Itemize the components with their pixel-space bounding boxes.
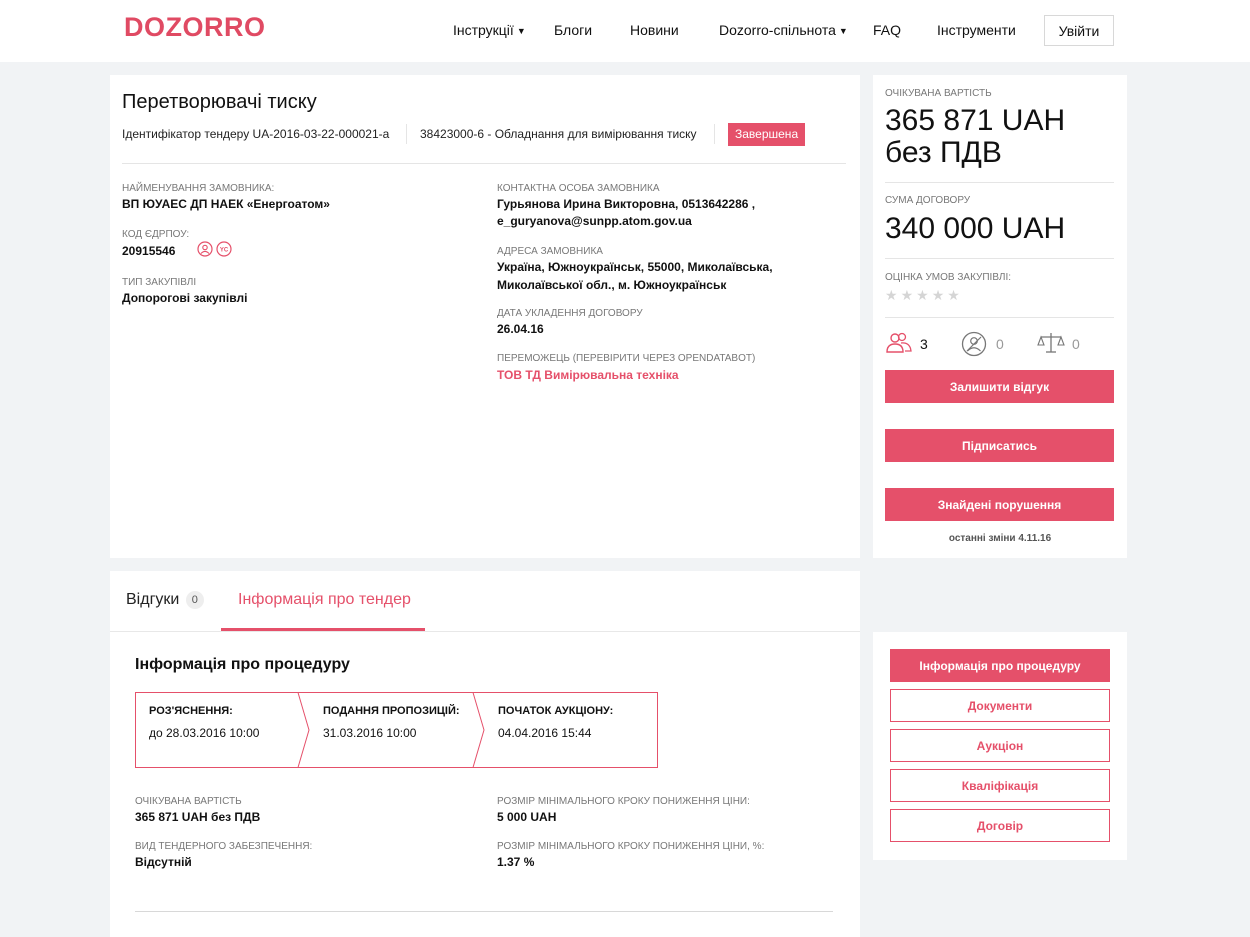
nav-documents[interactable]: Документи (890, 689, 1110, 722)
nav-qualification[interactable]: Кваліфікація (890, 769, 1110, 802)
min-step-pct-value: 1.37 % (497, 855, 535, 869)
stage-title: РОЗ'ЯСНЕННЯ: (149, 705, 233, 717)
sidebar-card: Очікувана вартість 365 871 UAH без ПДВ С… (873, 75, 1127, 558)
min-step-label: Розмір мінімального кроку пониження ціни… (497, 796, 750, 807)
nav-community[interactable]: Dozorro-спільнота ▼ (719, 22, 848, 38)
tender-info-card: Відгуки 0 Інформація про тендер Інформац… (110, 571, 860, 937)
tab-tender-info-label: Інформація про тендер (238, 591, 411, 608)
divider (122, 163, 846, 164)
stage-date: 04.04.2016 15:44 (498, 726, 592, 740)
nav-label: Dozorro-спільнота (719, 22, 836, 38)
procedure-title: Інформація про процедуру (135, 656, 350, 673)
address-label: Адреса замовника (497, 246, 603, 257)
star-icon: ★ (931, 287, 948, 303)
divider (885, 182, 1114, 183)
complaints-icon (961, 331, 987, 362)
rating-label: Оцінка умов закупівлі: (885, 272, 1012, 283)
stage-bids: ПОДАННЯ ПРОПОЗИЦІЙ: 31.03.2016 10:00 (309, 692, 473, 768)
yc-badge-icon[interactable]: YC (216, 241, 232, 262)
customer-value: ВП ЮУАЕС ДП НАЕК «Енергоатом» (122, 197, 330, 211)
contract-sum-label: Сума договору (885, 195, 971, 206)
nav-news[interactable]: Новини (630, 22, 679, 38)
tab-reviews[interactable]: Відгуки 0 (126, 591, 204, 609)
nav-blogs[interactable]: Блоги (554, 22, 592, 38)
star-icon: ★ (916, 287, 932, 303)
scales-icon (1037, 331, 1065, 360)
nav-faq[interactable]: FAQ (873, 22, 901, 38)
star-icon: ★ (947, 287, 963, 303)
star-icon: ★ (900, 287, 917, 303)
expected-value-label: Очікувана вартість (885, 88, 992, 99)
login-button[interactable]: Увійти (1044, 15, 1114, 46)
tab-reviews-label: Відгуки (126, 591, 180, 608)
expected-value: 365 871 UAH без ПДВ (135, 810, 261, 824)
leave-review-button[interactable]: Залишити відгук (885, 370, 1114, 403)
divider (406, 124, 407, 144)
stage-title: ПОЧАТОК АУКЦІОНУ: (498, 705, 614, 717)
address-line2: Миколаївської обл., м. Южноукраїнськ (497, 278, 727, 292)
chevron-down-icon: ▼ (838, 26, 848, 36)
divider (885, 258, 1114, 259)
nav-tools[interactable]: Інструменти (937, 22, 1016, 38)
complaints-count: 0 (996, 336, 1004, 352)
last-changes: останні зміни 4.11.16 (948, 533, 1052, 544)
procurement-type-label: Тип закупівлі (122, 277, 197, 288)
tab-reviews-count: 0 (185, 591, 204, 609)
edrpou-label: Код ЄДРПОУ: (122, 229, 190, 240)
divider (714, 124, 715, 144)
top-bar: DOZORRO Інструкції ▼ Блоги Новини Dozorro… (0, 0, 1250, 62)
nav-procedure-info[interactable]: Інформація про процедуру (890, 649, 1110, 682)
svg-text:YC: YC (220, 248, 229, 254)
customer-label: Найменування замовника: (122, 183, 275, 194)
address-line1: Україна, Южноукраїнськ, 55000, Миколаївс… (497, 260, 773, 274)
contact-label: Контактна особа замовника (497, 183, 660, 194)
participants-icon (885, 331, 913, 360)
contact-line1: Гурьянова Ирина Викторовна, 0513642286 , (497, 197, 756, 211)
contract-date-label: Дата укладення договору (497, 308, 643, 319)
edrpou-value: 20915546 (122, 244, 176, 258)
contract-sum-value: 340 000 UAH (885, 212, 1066, 245)
tender-id: Ідентифікатор тендеру UA-2016-03-22-0000… (122, 127, 390, 141)
dozorro-logo[interactable]: DOZORRO (124, 12, 266, 43)
nav-label: Інструкції (453, 22, 514, 38)
violations-button[interactable]: Знайдені порушення (885, 488, 1114, 521)
status-badge: Завершена (728, 123, 806, 146)
rating-stars: ★★★★★ (885, 287, 963, 304)
divider (885, 317, 1114, 318)
stage-clarifications: РОЗ'ЯСНЕННЯ: до 28.03.2016 10:00 (135, 692, 298, 768)
winner-label: Переможець (перевірити через OPENDATABOT… (497, 353, 756, 364)
divider (110, 631, 860, 632)
tender-title: Перетворювачі тиску (122, 91, 317, 113)
participants-count: 3 (920, 336, 928, 352)
section-nav-card: Інформація про процедуру Документи Аукці… (873, 632, 1127, 860)
stage-title: ПОДАННЯ ПРОПОЗИЦІЙ: (323, 705, 460, 717)
stage-date: до 28.03.2016 10:00 (149, 726, 260, 740)
stage-date: 31.03.2016 10:00 (323, 726, 417, 740)
min-step-pct-label: Розмір мінімального кроку пониження ціни… (497, 841, 765, 852)
procedure-timeline: РОЗ'ЯСНЕННЯ: до 28.03.2016 10:00 ПОДАННЯ… (135, 692, 659, 768)
winner-link[interactable]: ТОВ ТД Вимірювальна техніка (497, 366, 679, 384)
contact-email: e_guryanova@sunpp.atom.gov.ua (497, 214, 692, 228)
procurement-type-value: Допорогові закупівлі (122, 291, 248, 305)
nav-auction[interactable]: Аукціон (890, 729, 1110, 762)
tab-tender-info[interactable]: Інформація про тендер (221, 571, 425, 631)
nav-contract[interactable]: Договір (890, 809, 1110, 842)
user-circle-icon[interactable] (197, 241, 213, 262)
security-label: Вид тендерного забезпечення: (135, 841, 313, 852)
expected-value-amount: 365 871 UAH (885, 104, 1066, 137)
contract-date-value: 26.04.16 (497, 322, 544, 336)
subscribe-button[interactable]: Підписатись (885, 429, 1114, 462)
expected-label: Очікувана вартість (135, 796, 242, 807)
expected-value-vat: без ПДВ (885, 136, 1002, 169)
divider (135, 911, 833, 912)
cpv-code: 38423000-6 - Обладнання для вимірювання … (420, 127, 697, 141)
star-icon: ★ (885, 287, 901, 303)
nav-instructions[interactable]: Інструкції ▼ (453, 22, 526, 38)
tender-card: Перетворювачі тиску Ідентифікатор тендер… (110, 75, 860, 558)
stage-auction: ПОЧАТОК АУКЦІОНУ: 04.04.2016 15:44 (484, 692, 658, 768)
min-step-value: 5 000 UAH (497, 810, 557, 824)
scales-count: 0 (1072, 336, 1080, 352)
security-value: Відсутній (135, 855, 192, 869)
chevron-down-icon: ▼ (516, 26, 526, 36)
